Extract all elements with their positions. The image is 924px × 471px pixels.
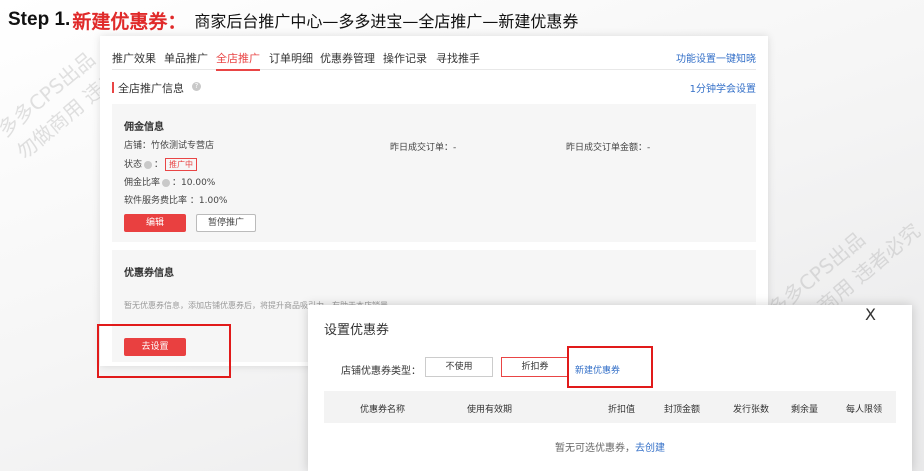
tab-find-promoter[interactable]: 寻找推手 [436,50,480,66]
edit-button[interactable]: 编辑 [124,214,186,232]
set-coupon-dialog: 设置优惠券 X 店铺优惠券类型： 不使用 折扣券 新建优惠券 优惠券名称 使用有… [308,305,912,471]
empty-coupons-text: 暂无可选优惠券， [555,443,635,454]
question-icon[interactable] [144,160,153,169]
service-row: 软件服务费比率 ：1.00% [124,193,227,206]
watermark-line1: 多多CPS出品 [763,226,870,322]
yesterday-orders-row: 昨日成交订单：- [390,140,456,153]
commission-info-box: 佣金信息 店铺：竹依测试专营店 昨日成交订单：- 昨日成交订单金额：- 状态：推… [112,104,756,242]
option-discount-coupon[interactable]: 折扣券 [501,357,569,377]
status-badge: 推广中 [165,158,198,171]
promotion-nav: 推广效果 单品推广 全店推广 订单明细 优惠券管理 操作记录 寻找推手 功能设置… [112,48,756,71]
section-marker [112,82,114,93]
service-label: 软件服务费比率 ： [124,196,199,206]
yesterday-orders-label: 昨日成交订单： [390,143,454,153]
status-row: 状态：推广中 [124,157,198,171]
rate-value: 10.00% [181,178,216,188]
yesterday-orders-value: - [453,143,457,153]
tab-single-item[interactable]: 单品推广 [164,50,208,66]
coupon-type-label: 店铺优惠券类型： [341,366,421,377]
store-value: 竹依测试专营店 [151,141,215,151]
tab-coupon-management[interactable]: 优惠券管理 [320,50,375,66]
tab-promotion-effect[interactable]: 推广效果 [112,50,156,66]
tab-operation-log[interactable]: 操作记录 [383,50,427,66]
yesterday-amount-value: - [647,143,651,153]
help-icon[interactable]: ? [192,82,201,91]
tab-order-details[interactable]: 订单明细 [269,50,313,66]
col-remaining: 剩余量 [791,405,819,415]
coupon-heading: 优惠券信息 [124,268,174,279]
step-number: Step 1. [8,9,71,30]
dialog-title: 设置优惠券 [324,323,390,338]
status-label: 状态 [124,160,143,170]
coupon-table-header: 优惠券名称 使用有效期 折扣值 封顶金额 发行张数 剩余量 每人限领 [324,391,896,423]
section-title: 全店推广信息 [118,82,184,95]
highlight-go-set [97,324,231,378]
question-icon[interactable] [162,178,171,187]
store-row: 店铺：竹依测试专营店 [124,138,214,151]
option-no-use[interactable]: 不使用 [425,357,493,377]
step-heading: 新建优惠券： [72,10,187,33]
learn-settings-link[interactable]: 1分钟学会设置 [690,80,756,95]
rate-row: 佣金比率 ：10.00% [124,178,216,188]
step-path: 商家后台推广中心—多多进宝—全店推广—新建优惠券 [194,12,579,31]
col-coupon-name: 优惠券名称 [360,405,406,415]
step-title: Step 1. 新建优惠券： 商家后台推广中心—多多进宝—全店推广—新建优惠券 [8,6,578,34]
highlight-new-coupon [567,346,653,388]
pause-promotion-button[interactable]: 暂停推广 [196,214,256,232]
store-label: 店铺： [124,141,152,151]
close-icon[interactable]: X [865,305,876,324]
col-validity: 使用有效期 [467,405,513,415]
section-header: 全店推广信息 ? 1分钟学会设置 [112,80,756,96]
col-issued: 发行张数 [733,405,770,415]
col-limit-per-person: 每人限领 [846,405,883,415]
tab-whole-store[interactable]: 全店推广 [216,50,260,71]
service-value: 1.00% [198,196,228,206]
go-create-link[interactable]: 去创建 [635,443,665,454]
empty-coupons-row: 暂无可选优惠券，去创建 [308,439,912,454]
rate-label: 佣金比率 [124,178,161,188]
yesterday-amount-row: 昨日成交订单金额：- [566,140,650,153]
yesterday-amount-label: 昨日成交订单金额： [566,143,648,153]
col-cap-amount: 封顶金额 [664,405,701,415]
col-discount: 折扣值 [608,405,636,415]
feature-settings-link[interactable]: 功能设置一键知晓 [676,50,756,65]
commission-heading: 佣金信息 [124,122,164,133]
